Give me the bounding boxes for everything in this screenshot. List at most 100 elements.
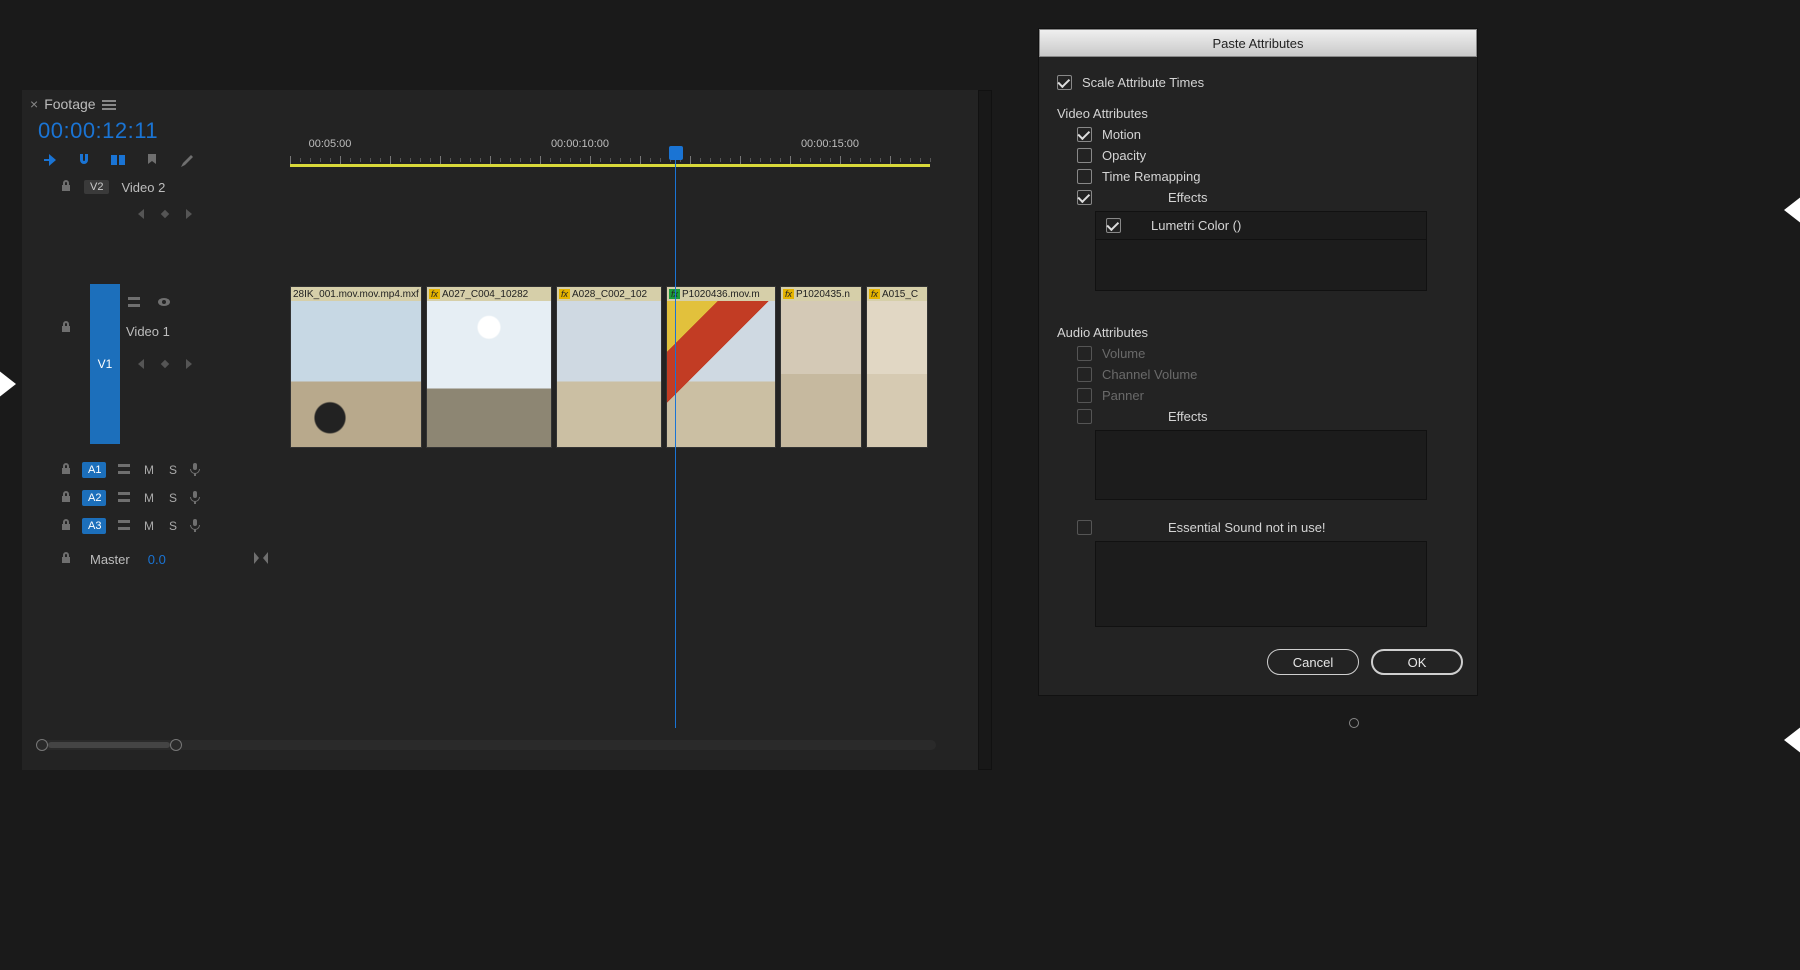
time-remapping-label: Time Remapping <box>1102 169 1201 184</box>
snap-icon[interactable] <box>76 152 92 168</box>
audio-meter <box>978 90 992 770</box>
add-keyframe-icon[interactable] <box>161 360 169 368</box>
zoom-handle-icon[interactable] <box>1349 718 1359 728</box>
time-ruler[interactable]: 00:05:0000:00:10:0000:00:15:00 <box>290 134 930 164</box>
insert-overwrite-icon[interactable] <box>42 152 58 168</box>
cancel-button[interactable]: Cancel <box>1267 649 1359 675</box>
playhead-handle-icon[interactable] <box>669 146 683 160</box>
clip-name: A015_C <box>882 289 918 300</box>
clip-thumbnail <box>291 301 421 447</box>
panel-menu-icon[interactable] <box>102 98 116 110</box>
sync-lock-icon[interactable] <box>116 461 132 480</box>
zoom-handle-left-icon[interactable] <box>36 739 48 751</box>
playhead-timecode[interactable]: 00:00:12:11 <box>38 118 158 144</box>
playhead-line[interactable] <box>675 148 676 728</box>
timeline-clip[interactable]: fx P1020436.mov.m <box>666 286 776 448</box>
toggle-track-output-icon[interactable] <box>156 294 172 313</box>
sync-lock-icon[interactable] <box>116 517 132 536</box>
lock-icon[interactable] <box>60 518 72 535</box>
lock-icon[interactable] <box>60 490 72 507</box>
toggle-sync-lock-icon[interactable] <box>126 294 142 313</box>
collapse-icon[interactable] <box>254 552 268 567</box>
voiceover-icon[interactable] <box>190 462 200 479</box>
ruler-label: 00:00:10:00 <box>551 138 609 150</box>
lumetri-label: Lumetri Color () <box>1151 218 1241 233</box>
horizontal-zoom-scroll[interactable] <box>36 740 936 750</box>
master-value[interactable]: 0.0 <box>148 552 166 567</box>
lumetri-checkbox[interactable] <box>1106 218 1121 233</box>
clip-name: P1020435.n <box>796 289 850 300</box>
solo-button[interactable]: S <box>166 463 180 477</box>
timeline-tab[interactable]: × Footage <box>22 94 124 114</box>
opacity-checkbox[interactable] <box>1077 148 1092 163</box>
prev-keyframe-icon[interactable] <box>138 359 144 369</box>
timeline-clip[interactable]: fx P1020435.n <box>780 286 862 448</box>
scale-attribute-times-label: Scale Attribute Times <box>1082 75 1204 90</box>
motion-checkbox[interactable] <box>1077 127 1092 142</box>
track-v2-pill[interactable]: V2 <box>84 180 109 194</box>
zoom-handle-right-icon[interactable] <box>170 739 182 751</box>
channel-volume-checkbox <box>1077 367 1092 382</box>
clip-name: P1020436.mov.m <box>682 289 760 300</box>
track-a2-pill[interactable]: A2 <box>82 490 106 506</box>
scroll-thumb[interactable] <box>48 742 170 748</box>
lock-icon[interactable] <box>60 462 72 479</box>
prev-keyframe-icon[interactable] <box>138 209 144 219</box>
fx-badge-icon[interactable]: fx <box>559 289 570 299</box>
video-effects-list: Lumetri Color () <box>1095 211 1427 291</box>
track-a3-pill[interactable]: A3 <box>82 518 106 534</box>
video-effects-checkbox[interactable] <box>1077 190 1092 205</box>
volume-label: Volume <box>1102 346 1145 361</box>
clip-thumbnail <box>557 301 661 447</box>
track-v2-name: Video 2 <box>121 180 165 195</box>
fx-badge-icon[interactable]: fx <box>783 289 794 299</box>
essential-sound-checkbox <box>1077 520 1092 535</box>
next-keyframe-icon[interactable] <box>186 359 192 369</box>
track-a2-row: A2 M S <box>60 484 290 512</box>
sync-lock-icon[interactable] <box>116 489 132 508</box>
right-edge-arrow-icon <box>1784 196 1800 224</box>
mute-button[interactable]: M <box>142 519 156 533</box>
linked-selection-icon[interactable] <box>110 152 126 168</box>
timeline-clip[interactable]: fx A015_C <box>866 286 928 448</box>
lock-icon[interactable] <box>60 320 72 337</box>
next-keyframe-icon[interactable] <box>186 209 192 219</box>
video-attributes-heading: Video Attributes <box>1057 106 1463 121</box>
mute-button[interactable]: M <box>142 463 156 477</box>
paste-attributes-dialog: Paste Attributes Scale Attribute Times V… <box>1038 28 1478 696</box>
audio-effects-checkbox <box>1077 409 1092 424</box>
track-a1-pill[interactable]: A1 <box>82 462 106 478</box>
voiceover-icon[interactable] <box>190 518 200 535</box>
panner-checkbox <box>1077 388 1092 403</box>
opacity-label: Opacity <box>1102 148 1146 163</box>
settings-icon[interactable] <box>178 152 194 168</box>
audio-attributes-heading: Audio Attributes <box>1057 325 1463 340</box>
timeline-clip[interactable]: fx A028_C002_102 <box>556 286 662 448</box>
sequence-name: Footage <box>44 96 95 112</box>
clip-thumbnail <box>667 301 775 447</box>
scale-attribute-times-checkbox[interactable] <box>1057 75 1072 90</box>
lock-icon[interactable] <box>60 179 72 196</box>
clip-name: A028_C002_102 <box>572 289 647 300</box>
timeline-clip[interactable]: 28IK_001.mov.mov.mp4.mxf <box>290 286 422 448</box>
marker-icon[interactable] <box>144 152 160 168</box>
lock-icon[interactable] <box>60 551 72 568</box>
video-effects-label: Effects <box>1168 190 1208 205</box>
channel-volume-label: Channel Volume <box>1102 367 1197 382</box>
timeline-clip[interactable]: fx A027_C004_10282 <box>426 286 552 448</box>
voiceover-icon[interactable] <box>190 490 200 507</box>
ruler-label: 00:05:00 <box>309 138 352 150</box>
time-remapping-checkbox[interactable] <box>1077 169 1092 184</box>
ok-button[interactable]: OK <box>1371 649 1463 675</box>
add-keyframe-icon[interactable] <box>161 210 169 218</box>
solo-button[interactable]: S <box>166 519 180 533</box>
in-out-range[interactable] <box>290 164 930 167</box>
fx-badge-icon[interactable]: fx <box>429 289 440 299</box>
close-icon[interactable]: × <box>30 96 38 112</box>
track-v1-name: Video 1 <box>126 324 170 339</box>
master-label: Master <box>90 552 130 567</box>
motion-label: Motion <box>1102 127 1141 142</box>
fx-badge-icon[interactable]: fx <box>869 289 880 299</box>
mute-button[interactable]: M <box>142 491 156 505</box>
solo-button[interactable]: S <box>166 491 180 505</box>
